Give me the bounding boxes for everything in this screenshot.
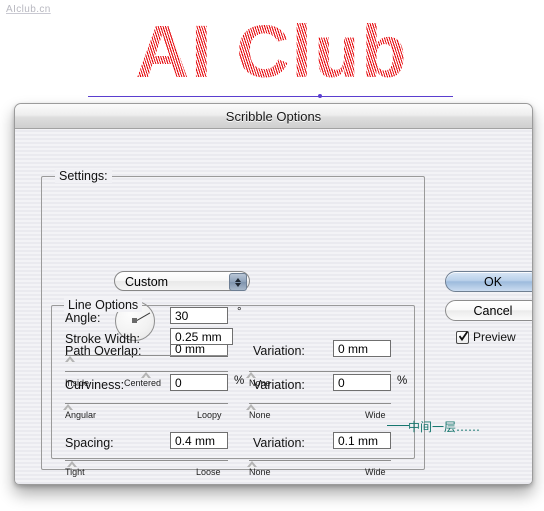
annotation-leader-line [387, 425, 409, 426]
spacing-variation-label: Variation: [253, 436, 305, 450]
stroke-width-input[interactable]: 0.25 mm [170, 328, 233, 345]
settings-groupbox-label: Settings: [55, 169, 112, 183]
settings-stepper[interactable] [229, 273, 247, 291]
preview-label: Preview [473, 330, 516, 344]
ok-button[interactable]: OK [445, 271, 532, 292]
curviness-variation-unit: % [397, 375, 408, 387]
stroke-width-slider-track[interactable] [65, 355, 228, 356]
stroke-width-slider-thumb[interactable] [65, 356, 75, 363]
curviness-variation-tick-max: Wide [365, 410, 386, 420]
curviness-tick-max: Loopy [197, 410, 222, 420]
spacing-label: Spacing: [65, 436, 114, 450]
curviness-variation-label: Variation: [253, 378, 305, 392]
curviness-variation-tick-min: None [249, 410, 271, 420]
dialog-titlebar[interactable]: Scribble Options [15, 104, 532, 129]
curviness-variation-slider-track[interactable] [249, 403, 391, 404]
annotation-text: 中间一层…… [408, 420, 481, 434]
line-options-legend: Line Options [64, 298, 143, 312]
spacing-slider-track[interactable] [65, 460, 228, 461]
site-watermark: AIclub.cn [6, 4, 51, 15]
spacing-variation-tick-max: Wide [365, 467, 386, 477]
cancel-button-label: Cancel [473, 303, 513, 318]
cancel-button[interactable]: Cancel [445, 300, 532, 321]
artwork-title-scribble: AI Club [0, 12, 544, 92]
ok-button-label: OK [483, 274, 503, 289]
checkmark-icon [459, 330, 468, 341]
spacing-variation-input[interactable]: 0.1 mm [333, 432, 391, 449]
curviness-variation-input[interactable]: 0 [333, 374, 391, 391]
settings-preset-value: Custom [125, 275, 169, 289]
spacing-variation-slider-track[interactable] [249, 460, 391, 461]
curviness-slider-track[interactable] [65, 403, 228, 404]
stroke-width-label: Stroke Width: [65, 332, 141, 346]
curviness-input[interactable]: 0 [170, 374, 228, 391]
settings-preset-dropdown[interactable]: Custom [114, 271, 250, 291]
scribble-options-dialog: Scribble Options Settings: Custom Angle:… [14, 103, 533, 485]
artwork-path-anchor-point [318, 94, 322, 98]
artwork-path-baseline [88, 96, 453, 97]
curviness-tick-min: Angular [65, 410, 97, 420]
spacing-input[interactable]: 0.4 mm [170, 432, 228, 449]
dialog-body: Settings: Custom Angle: 30 ° Path Overla… [15, 129, 532, 484]
spacing-tick-max: Loose [196, 467, 221, 477]
caret-down-icon [235, 282, 241, 287]
preview-checkbox-row[interactable]: Preview [456, 330, 516, 344]
preview-checkbox[interactable] [456, 330, 469, 344]
spacing-tick-min: Tight [65, 467, 85, 477]
curviness-unit: % [234, 375, 245, 387]
spacing-variation-tick-min: None [249, 467, 271, 477]
dialog-title: Scribble Options [225, 108, 322, 124]
caret-up-icon [235, 277, 241, 282]
settings-label: Settings: [59, 169, 108, 183]
curviness-label: Curviness: [65, 378, 125, 392]
